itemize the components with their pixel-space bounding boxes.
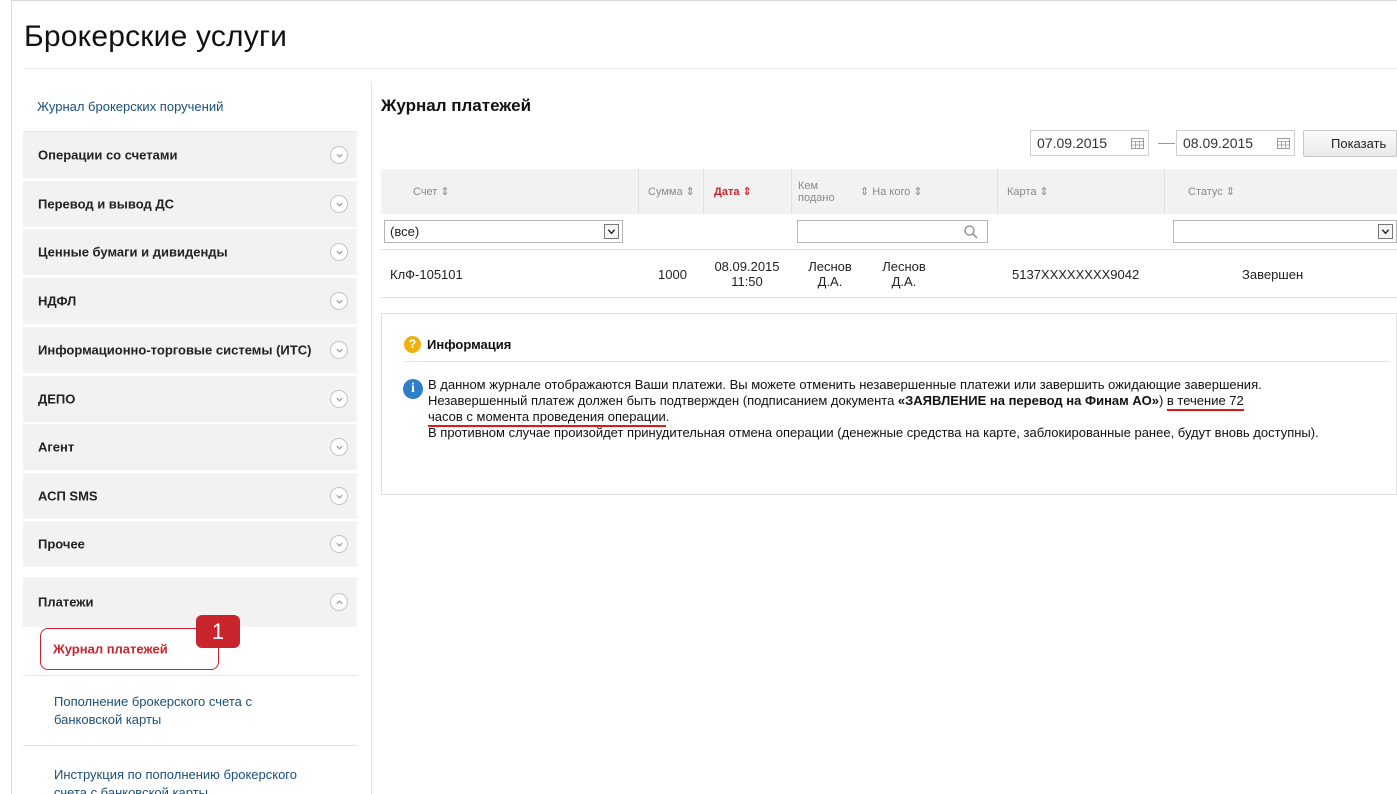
page-title: Брокерские услуги — [24, 20, 288, 53]
cell-submitted-by: Леснов Д.А. — [791, 250, 869, 298]
cell-status: Завершен — [1242, 266, 1304, 282]
info-divider — [404, 361, 1390, 362]
sidebar-subitem-label: Журнал платежей — [53, 641, 168, 657]
sidebar-section-transfer[interactable]: Перевод и вывод ДС — [23, 181, 357, 229]
sidebar-subitem-payments-journal[interactable]: Журнал платежей — [40, 628, 219, 670]
filter-row: (все) — [381, 214, 1397, 250]
account-filter-select[interactable]: (все) — [384, 220, 623, 243]
sidebar-section-label: АСП SMS — [38, 488, 98, 504]
submitted-by-filter-input[interactable] — [797, 220, 988, 243]
cell-amount: 1000 — [658, 266, 687, 282]
column-header-status[interactable]: Статус ⇕ — [1188, 169, 1235, 214]
info-text-span: . — [665, 409, 670, 424]
status-filter-select[interactable] — [1173, 220, 1397, 243]
cell-account: КлФ-105101 — [390, 266, 463, 282]
table-header: Счет ⇕ Сумма ⇕ Дата ⇕ Кем подано ⇕ На ко… — [381, 169, 1397, 214]
sidebar-section-label: Платежи — [38, 594, 94, 610]
date-to-value: 08.09.2015 — [1183, 135, 1254, 151]
cell-card: 5137XXXXXXXX9042 — [1012, 266, 1140, 282]
sidebar-section-label: Перевод и вывод ДС — [38, 196, 174, 212]
info-panel: ? Информация i В данном журнале отобража… — [381, 313, 1397, 495]
cell-recipient-line1: Леснов — [882, 259, 926, 274]
date-range-dash — [1158, 143, 1175, 144]
chevron-down-icon[interactable] — [330, 341, 348, 359]
cell-submitted-by-line1: Леснов — [808, 259, 852, 274]
chevron-down-icon[interactable] — [330, 535, 348, 553]
column-header-date[interactable]: Дата ⇕ — [714, 169, 752, 214]
info-text-span: Незавершенный платеж должен быть подтвер… — [428, 393, 898, 408]
chevron-down-icon[interactable] — [1378, 224, 1393, 239]
show-button[interactable]: Показать — [1303, 130, 1397, 157]
sidebar-section-label: ДЕПО — [38, 391, 76, 407]
chevron-down-icon[interactable] — [330, 243, 348, 261]
title-divider — [24, 68, 1397, 69]
sidebar-section-its[interactable]: Информационно-торговые системы (ИТС) — [23, 327, 357, 375]
info-text-span: ) — [1158, 393, 1167, 408]
sidebar-section-securities[interactable]: Ценные бумаги и дивиденды — [23, 229, 357, 277]
column-divider — [371, 82, 372, 794]
chevron-down-icon[interactable] — [604, 224, 619, 239]
sidebar-subitem-label: Пополнение брокерского счета с банковско… — [54, 693, 252, 727]
info-paragraph-1: В данном журнале отображаются Ваши плате… — [428, 377, 1262, 392]
chevron-down-icon[interactable] — [330, 487, 348, 505]
info-text: В данном журнале отображаются Ваши плате… — [428, 377, 1388, 441]
chevron-down-icon[interactable] — [330, 146, 348, 164]
cell-date: 08.09.2015 11:50 — [703, 250, 791, 298]
sidebar-section-payments[interactable]: Платежи — [23, 577, 357, 629]
column-header-submitted-by[interactable]: Кем подано — [798, 169, 846, 214]
calendar-icon[interactable] — [1277, 137, 1290, 149]
sidebar-section-label: НДФЛ — [38, 293, 77, 309]
sidebar-subitem-topup-instructions[interactable]: Инструкция по пополнению брокерского сче… — [23, 746, 357, 794]
question-icon: ? — [404, 336, 421, 353]
sidebar-section-label: Информационно-торговые системы (ИТС) — [38, 342, 312, 358]
date-from-value: 07.09.2015 — [1037, 135, 1108, 151]
sidebar-subitem-label: Инструкция по пополнению брокерского сче… — [54, 767, 297, 794]
column-header-recipient[interactable]: ⇕ На кого ⇕ — [860, 169, 923, 214]
chevron-down-icon[interactable] — [330, 390, 348, 408]
info-icon: i — [403, 379, 423, 399]
chevron-up-icon[interactable] — [330, 593, 348, 611]
info-paragraph-2: Незавершенный платеж должен быть подтвер… — [428, 393, 1388, 411]
info-header: ? Информация — [404, 336, 511, 353]
sidebar-section-asp-sms[interactable]: АСП SMS — [23, 473, 357, 521]
column-header-account[interactable]: Счет ⇕ — [413, 169, 450, 214]
sidebar-section-accounts[interactable]: Операции со счетами — [23, 132, 357, 180]
section-title: Журнал платежей — [381, 96, 532, 115]
date-from-field[interactable]: 07.09.2015 — [1030, 130, 1149, 156]
sidebar-subitem-topup-card[interactable]: Пополнение брокерского счета с банковско… — [23, 676, 357, 746]
info-paragraph-4: В противном случае произойдет принудител… — [428, 425, 1319, 440]
search-icon[interactable] — [963, 224, 979, 240]
sidebar-section-depo[interactable]: ДЕПО — [23, 376, 357, 424]
info-paragraph-3: часов с момента проведения операции. — [428, 409, 1388, 427]
column-header-card[interactable]: Карта ⇕ — [1007, 169, 1049, 214]
calendar-icon[interactable] — [1131, 137, 1144, 149]
cell-recipient: Леснов Д.А. — [869, 250, 939, 298]
cell-date-day: 08.09.2015 — [714, 259, 780, 274]
date-to-field[interactable]: 08.09.2015 — [1176, 130, 1295, 156]
table-row[interactable]: КлФ-105101 1000 08.09.2015 11:50 Леснов … — [381, 250, 1397, 298]
sidebar-section-label: Ценные бумаги и дивиденды — [38, 244, 228, 260]
sidebar-section-label: Операции со счетами — [38, 147, 178, 163]
cell-submitted-by-line2: Д.А. — [817, 274, 843, 289]
sidebar-section-label: Прочее — [38, 536, 85, 552]
column-header-amount[interactable]: Сумма ⇕ — [648, 169, 695, 214]
sidebar-link-broker-orders-journal[interactable]: Журнал брокерских поручений — [23, 82, 357, 132]
cell-date-time: 11:50 — [731, 274, 763, 289]
account-filter-value: (все) — [390, 224, 420, 239]
cell-recipient-line2: Д.А. — [891, 274, 917, 289]
chevron-down-icon[interactable] — [330, 438, 348, 456]
sidebar-section-other[interactable]: Прочее — [23, 521, 357, 569]
sidebar-section-label: Агент — [38, 439, 75, 455]
info-title: Информация — [427, 337, 512, 352]
sidebar-section-ndfl[interactable]: НДФЛ — [23, 278, 357, 326]
chevron-down-icon[interactable] — [330, 292, 348, 310]
callout-badge: 1 — [196, 615, 240, 648]
sidebar-link-label: Журнал брокерских поручений — [37, 99, 224, 114]
highlighted-deadline: в течение 72 — [1166, 393, 1244, 411]
sidebar: Журнал брокерских поручений Операции со … — [23, 82, 357, 794]
sidebar-section-agent[interactable]: Агент — [23, 424, 357, 472]
chevron-down-icon[interactable] — [330, 195, 348, 213]
document-name: «ЗАЯВЛЕНИЕ на перевод на Финам АО» — [897, 393, 1159, 408]
